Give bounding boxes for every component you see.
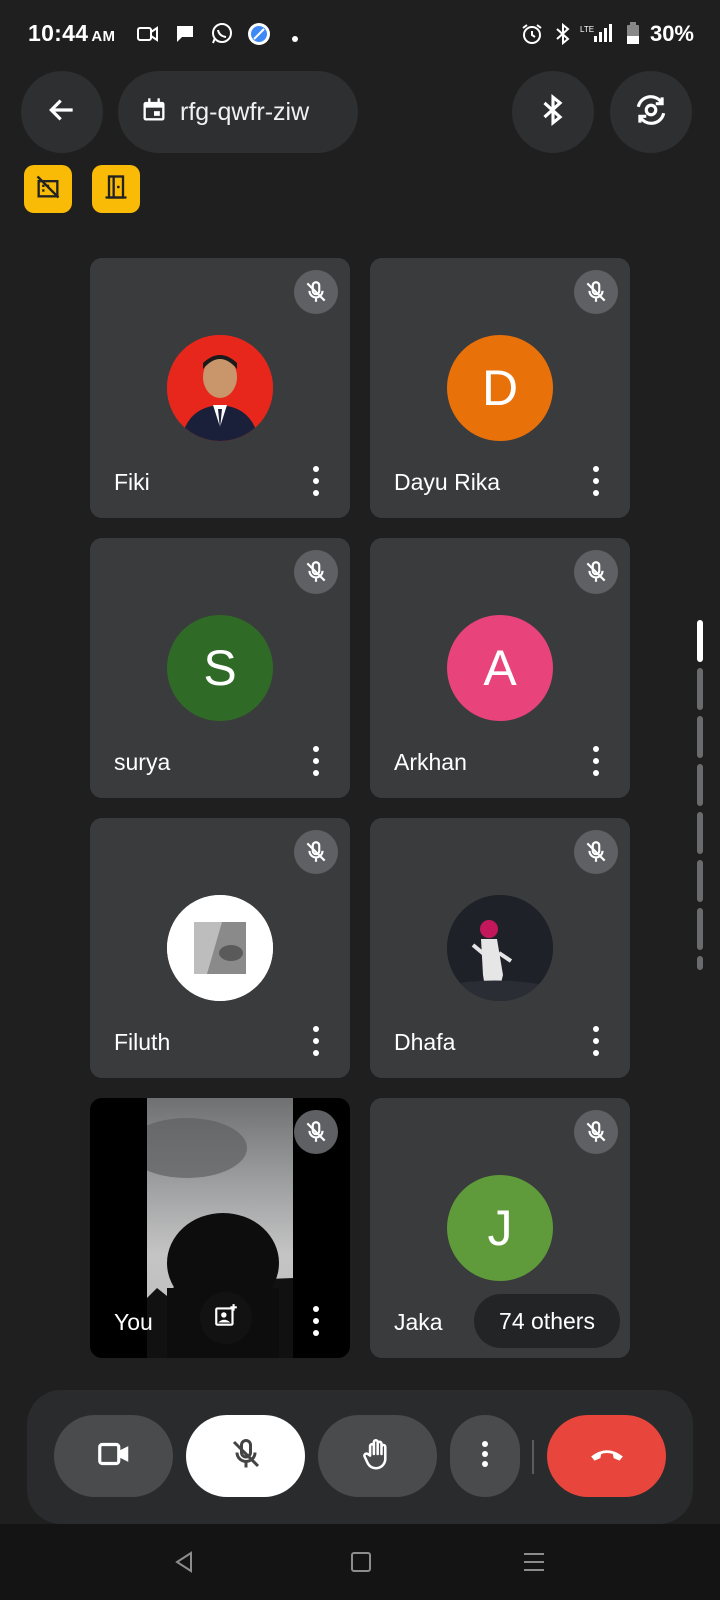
camera-toggle-button[interactable] xyxy=(54,1415,173,1497)
call-end-icon xyxy=(587,1434,627,1479)
browser-icon xyxy=(247,22,271,51)
avatar-initial: D xyxy=(447,335,553,441)
mic-off-icon xyxy=(294,1110,338,1154)
call-controls-bar xyxy=(27,1390,693,1524)
video-notification-icon xyxy=(136,22,160,51)
more-options-button[interactable] xyxy=(306,466,326,496)
more-options-button[interactable] xyxy=(306,1026,326,1056)
more-options-button[interactable] xyxy=(586,466,606,496)
chat-icon xyxy=(173,22,197,51)
more-options-button[interactable] xyxy=(306,746,326,776)
calendar-icon xyxy=(140,96,168,129)
participant-name: Filuth xyxy=(114,1029,171,1055)
page-scroll-indicator[interactable] xyxy=(697,620,703,975)
more-vert-icon xyxy=(480,1439,490,1474)
door-icon xyxy=(102,173,130,206)
hand-icon xyxy=(359,1435,397,1478)
mic-off-icon xyxy=(228,1436,264,1477)
participant-tile-arkhan[interactable]: A Arkhan xyxy=(370,538,630,798)
mic-off-icon xyxy=(574,270,618,314)
back-button[interactable] xyxy=(21,71,103,153)
participant-tile-dayu-rika[interactable]: D Dayu Rika xyxy=(370,258,630,518)
lte-signal-icon: LTE xyxy=(580,22,618,51)
participant-tile-filuth[interactable]: Filuth xyxy=(90,818,350,1078)
others-count-button[interactable]: 74 others xyxy=(474,1294,620,1348)
participant-name: Dhafa xyxy=(394,1029,456,1055)
participant-name: Arkhan xyxy=(394,749,467,775)
mic-off-icon xyxy=(574,830,618,874)
more-options-button[interactable] xyxy=(586,746,606,776)
more-options-button[interactable] xyxy=(450,1415,520,1497)
more-options-button[interactable] xyxy=(306,1306,326,1336)
mic-off-icon xyxy=(294,830,338,874)
mic-off-icon xyxy=(294,550,338,594)
meeting-code: rfg-qwfr-ziw xyxy=(180,97,310,126)
avatar-photo xyxy=(447,895,553,1001)
svg-text:LTE: LTE xyxy=(580,25,594,34)
participant-name: Fiki xyxy=(114,469,150,495)
avatar-initial: A xyxy=(447,615,553,721)
switch-camera-icon xyxy=(632,91,670,134)
add-photo-icon xyxy=(213,1303,239,1334)
avatar-photo xyxy=(167,895,273,1001)
more-options-button[interactable] xyxy=(586,1026,606,1056)
avatar-initial: S xyxy=(167,615,273,721)
system-navigation-bar xyxy=(0,1524,720,1600)
raise-hand-button[interactable] xyxy=(318,1415,437,1497)
participant-tile-jaka[interactable]: J Jaka 74 others xyxy=(370,1098,630,1358)
arrow-back-icon xyxy=(46,94,78,131)
participant-tile-fiki[interactable]: Fiki xyxy=(90,258,350,518)
controls-divider xyxy=(532,1440,534,1474)
mic-off-icon xyxy=(294,270,338,314)
battery-icon xyxy=(626,22,640,51)
status-bar: 10:44 AM LTE 30% xyxy=(0,0,720,70)
participant-name: You xyxy=(114,1309,153,1335)
alarm-icon xyxy=(520,22,544,51)
meeting-info-button[interactable]: rfg-qwfr-ziw xyxy=(118,71,358,153)
avatar-initial: J xyxy=(447,1175,553,1281)
nav-back-icon[interactable] xyxy=(173,1550,195,1579)
mic-off-icon xyxy=(574,550,618,594)
participant-tile-self[interactable]: You xyxy=(90,1098,350,1358)
bluetooth-icon xyxy=(553,22,573,51)
no-recording-badge[interactable] xyxy=(24,165,72,213)
domain-disabled-icon xyxy=(34,173,62,206)
nav-recents-icon[interactable] xyxy=(522,1552,546,1577)
participant-name: Jaka xyxy=(394,1309,443,1335)
bluetooth-icon xyxy=(538,93,568,132)
dot-icon xyxy=(291,30,299,48)
microphone-toggle-button[interactable] xyxy=(186,1415,305,1497)
nav-home-icon[interactable] xyxy=(350,1551,372,1578)
whatsapp-icon xyxy=(210,22,234,51)
participant-tile-surya[interactable]: S surya xyxy=(90,538,350,798)
audio-output-button[interactable] xyxy=(512,71,594,153)
end-call-button[interactable] xyxy=(547,1415,666,1497)
switch-camera-button[interactable] xyxy=(610,71,692,153)
clock: 10:44 AM xyxy=(28,20,116,46)
battery-percent: 30% xyxy=(649,21,694,46)
participant-tile-dhafa[interactable]: Dhafa xyxy=(370,818,630,1078)
mic-off-icon xyxy=(574,1110,618,1154)
avatar-photo xyxy=(167,335,273,441)
participant-name: Dayu Rika xyxy=(394,469,501,495)
effects-button[interactable] xyxy=(200,1292,252,1344)
participant-name: surya xyxy=(114,749,171,775)
host-controls-badge[interactable] xyxy=(92,165,140,213)
videocam-icon xyxy=(95,1435,133,1478)
